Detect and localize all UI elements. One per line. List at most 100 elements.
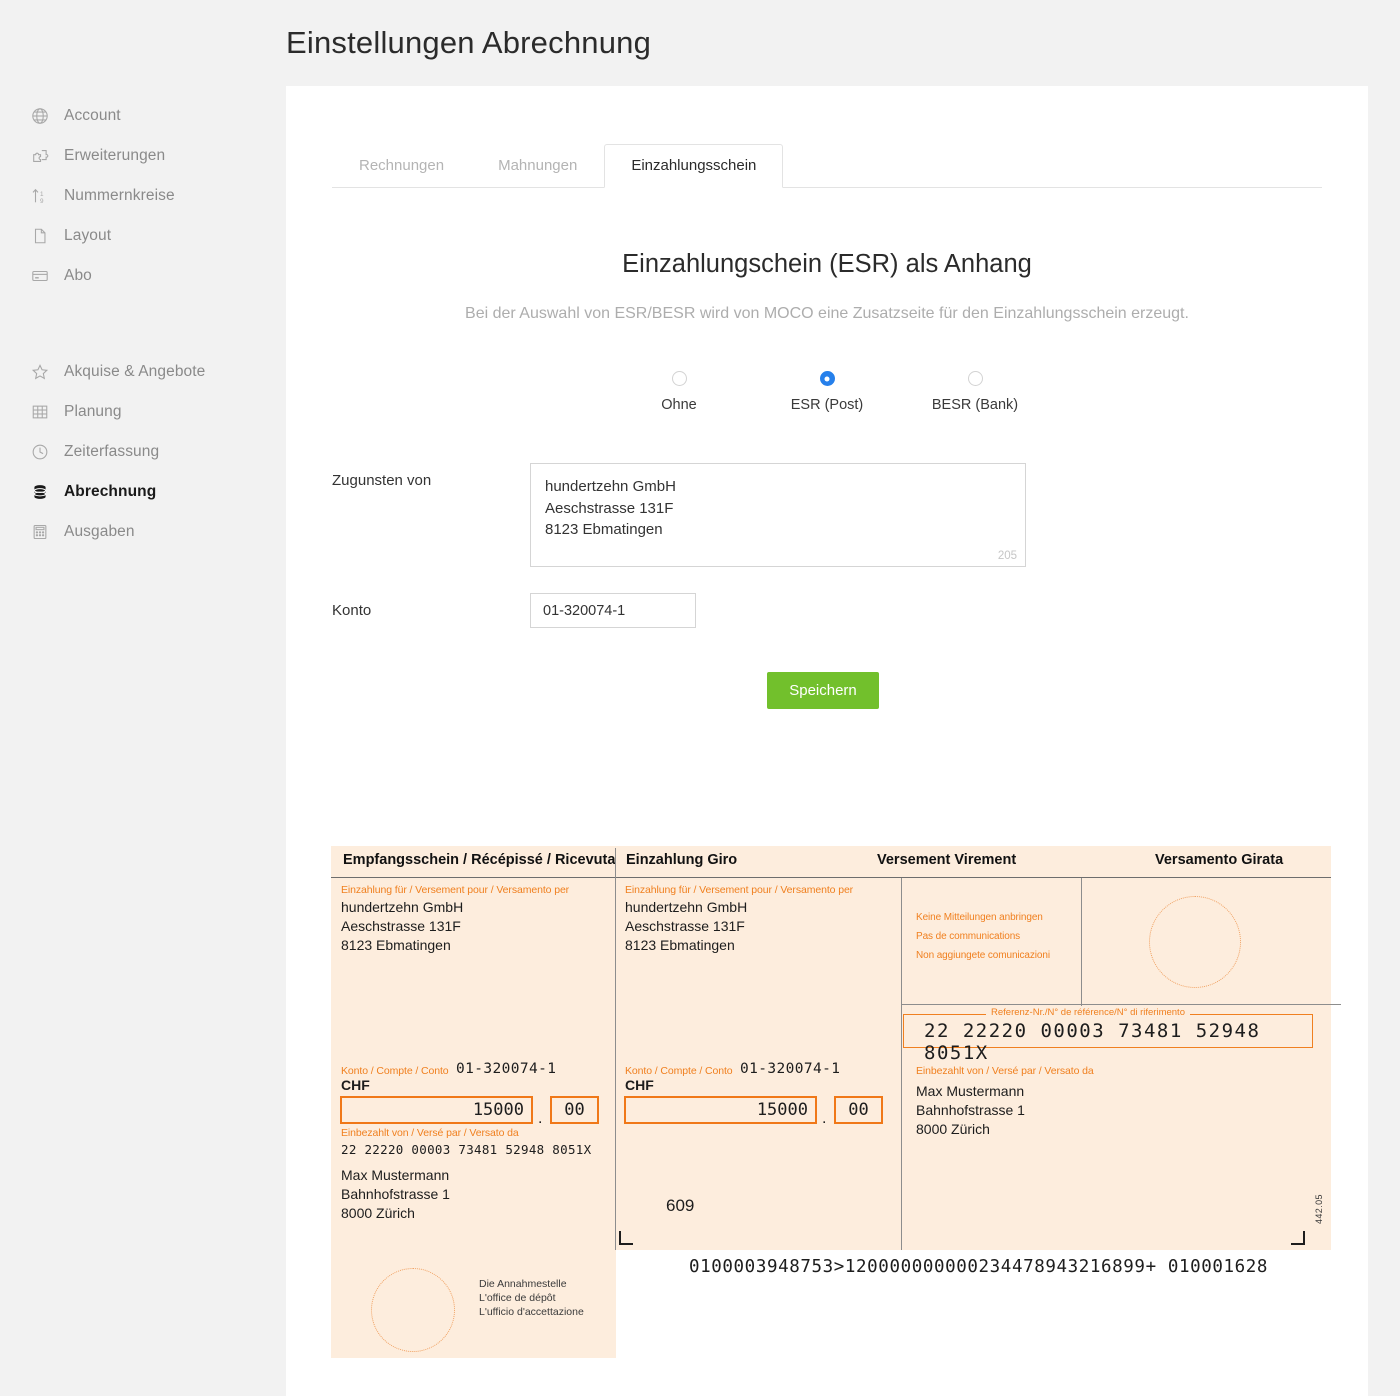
- radio-esr-post-indicator[interactable]: [819, 371, 835, 386]
- esr-giro-konto-value: 01-320074-1: [740, 1061, 841, 1077]
- radio-ohne-indicator[interactable]: [671, 371, 687, 386]
- sidebar-item-abo[interactable]: Abo: [0, 256, 286, 296]
- esr-divider-msgbox-bottom: [1081, 1004, 1341, 1005]
- esr-title-einzahlung-giro: Einzahlung Giro: [626, 852, 738, 868]
- section-heading: Einzahlungschein (ESR) als Anhang: [622, 250, 1032, 278]
- esr-stamp-circle-receipt: [371, 1268, 455, 1352]
- section-subtitle: Bei der Auswahl von ESR/BESR wird von MO…: [465, 305, 1189, 322]
- esr-giro-payment-for-label: Einzahlung für / Versement pour / Versam…: [625, 884, 854, 896]
- sidebar-item-planung[interactable]: Planung: [0, 392, 286, 432]
- radio-ohne-label: Ohne: [661, 397, 697, 413]
- sidebar-item-label: Account: [64, 107, 121, 124]
- esr-receipt-amount-major: 15000: [340, 1096, 533, 1124]
- radio-option-ohne[interactable]: Ohne: [605, 371, 753, 413]
- svg-text:1: 1: [40, 191, 44, 198]
- sidebar: Account Erweiterungen 1 9 Nummernkreise: [0, 0, 286, 1396]
- sidebar-item-akquise-angebote[interactable]: Akquise & Angebote: [0, 352, 286, 392]
- radio-option-esr-post[interactable]: ESR (Post): [753, 371, 901, 413]
- tab-bar: Rechnungen Mahnungen Einzahlungsschein: [332, 140, 1322, 188]
- esr-divider-right-bottom: [901, 1004, 1081, 1005]
- grid-icon: [30, 402, 50, 422]
- esr-giro-amount-separator: .: [822, 1110, 827, 1127]
- esr-giro-currency: CHF: [625, 1077, 654, 1093]
- esr-giro-amount-minor: 00: [834, 1096, 883, 1124]
- esr-payment-slip: Empfangsschein / Récépissé / Ricevuta Ei…: [331, 846, 1341, 1250]
- tab-einzahlungsschein[interactable]: Einzahlungsschein: [604, 144, 784, 188]
- esr-office-it: L'ufficio d'accettazione: [479, 1306, 584, 1318]
- esr-right-paid-by-label: Einbezahlt von / Versé par / Versato da: [916, 1065, 1094, 1077]
- sidebar-item-label: Abrechnung: [64, 483, 157, 500]
- sidebar-item-account[interactable]: Account: [0, 96, 286, 136]
- star-icon: [30, 362, 50, 382]
- sidebar-item-erweiterungen[interactable]: Erweiterungen: [0, 136, 286, 176]
- esr-right-payer-3: 8000 Zürich: [916, 1121, 990, 1137]
- esr-title-row: Empfangsschein / Récépissé / Ricevuta Ei…: [331, 846, 1331, 878]
- sidebar-item-label: Akquise & Angebote: [64, 363, 206, 380]
- radio-esr-post-label: ESR (Post): [790, 397, 864, 413]
- esr-right-payer-2: Bahnhofstrasse 1: [916, 1102, 1025, 1118]
- sidebar-item-ausgaben[interactable]: Ausgaben: [0, 512, 286, 552]
- sidebar-item-layout[interactable]: Layout: [0, 216, 286, 256]
- puzzle-icon: [30, 146, 50, 166]
- tab-rechnungen[interactable]: Rechnungen: [332, 144, 471, 188]
- save-button-wrapper: Speichern: [286, 672, 1368, 709]
- sidebar-item-nummernkreise[interactable]: 1 9 Nummernkreise: [0, 176, 286, 216]
- sidebar-item-zeiterfassung[interactable]: Zeiterfassung: [0, 432, 286, 472]
- esr-divider-left: [615, 878, 616, 1250]
- radio-besr-bank-indicator[interactable]: [967, 371, 983, 386]
- svg-text:9: 9: [40, 198, 44, 205]
- konto-input[interactable]: 01-320074-1: [530, 593, 696, 628]
- esr-giro-amount-major: 15000: [624, 1096, 817, 1124]
- esr-giro-beneficiary-3: 8123 Ebmatingen: [625, 937, 735, 953]
- esr-corner-bottom-right: [1291, 1231, 1305, 1245]
- esr-title-versement-virement: Versement Virement: [877, 852, 1017, 868]
- zugunsten-line-3: 8123 Ebmatingen: [545, 521, 663, 538]
- esr-corner-bottom-left: [619, 1231, 633, 1245]
- esr-receipt-beneficiary-1: hundertzehn GmbH: [341, 899, 464, 915]
- sidebar-item-label: Layout: [64, 227, 112, 244]
- esr-mode-radio-group: Ohne ESR (Post) BESR (Bank): [286, 371, 1368, 413]
- esr-divider-middle: [901, 878, 902, 1250]
- save-button[interactable]: Speichern: [767, 672, 879, 709]
- esr-no-messages-fr: Pas de communications: [916, 931, 1021, 942]
- sidebar-item-label: Erweiterungen: [64, 147, 166, 164]
- radio-option-besr-bank[interactable]: BESR (Bank): [901, 371, 1049, 413]
- calculator-icon: [30, 522, 50, 542]
- sidebar-group-primary: Account Erweiterungen 1 9 Nummernkreise: [0, 96, 286, 296]
- tab-mahnungen[interactable]: Mahnungen: [471, 144, 604, 188]
- esr-title-empfangsschein: Empfangsschein / Récépissé / Ricevuta: [343, 852, 616, 868]
- page-title-text: Einstellungen Abrechnung: [286, 25, 652, 60]
- esr-stamp-circle-giro: [1149, 896, 1241, 988]
- credit-card-icon: [30, 266, 50, 286]
- sidebar-item-abrechnung[interactable]: Abrechnung: [0, 472, 286, 512]
- esr-receipt-payer-2: Bahnhofstrasse 1: [341, 1186, 450, 1202]
- esr-office-de: Die Annahmestelle: [479, 1278, 567, 1290]
- esr-receipt-konto-label: Konto / Compte / Conto: [341, 1065, 449, 1077]
- esr-ocr-coding-line: 0100003948753>12000000000023447894321689…: [689, 1257, 1269, 1277]
- sidebar-item-label: Zeiterfassung: [64, 443, 160, 460]
- esr-right-payer-1: Max Mustermann: [916, 1083, 1025, 1099]
- esr-no-messages-it: Non aggiungete comunicazioni: [916, 950, 1050, 961]
- sidebar-item-label: Nummernkreise: [64, 187, 175, 204]
- zugunsten-von-textarea[interactable]: hundertzehn GmbH Aeschstrasse 131F 8123 …: [530, 463, 1026, 567]
- sidebar-item-label: Abo: [64, 267, 92, 284]
- radio-besr-bank-label: BESR (Bank): [931, 397, 1019, 413]
- sidebar-item-label: Ausgaben: [64, 523, 135, 540]
- esr-reference-number: 22 22220 00003 73481 52948 8051X: [924, 1020, 1261, 1064]
- sidebar-divider-space: [0, 296, 286, 352]
- zugunsten-line-2: Aeschstrasse 131F: [545, 499, 674, 517]
- form-row-zugunsten-von: Zugunsten von hundertzehn GmbH Aeschstra…: [332, 463, 1368, 567]
- zugunsten-line-1: hundertzehn GmbH: [545, 478, 676, 495]
- esr-receipt-konto-value: 01-320074-1: [456, 1061, 557, 1077]
- konto-label: Konto: [332, 602, 372, 619]
- esr-giro-konto-label: Konto / Compte / Conto: [625, 1065, 733, 1077]
- esr-receipt-payment-for-label: Einzahlung für / Versement pour / Versam…: [341, 884, 570, 896]
- character-counter: 205: [997, 550, 1017, 562]
- esr-giro-beneficiary-2: Aeschstrasse 131F: [625, 918, 745, 934]
- esr-office-fr: L'office de dépôt: [479, 1292, 556, 1304]
- esr-receipt-beneficiary-2: Aeschstrasse 131F: [341, 918, 461, 934]
- number-range-icon: 1 9: [30, 186, 50, 206]
- sidebar-item-label: Planung: [64, 403, 122, 420]
- esr-receipt-payer-3: 8000 Zürich: [341, 1205, 415, 1221]
- page-title: Einstellungen Abrechnung: [286, 0, 1400, 86]
